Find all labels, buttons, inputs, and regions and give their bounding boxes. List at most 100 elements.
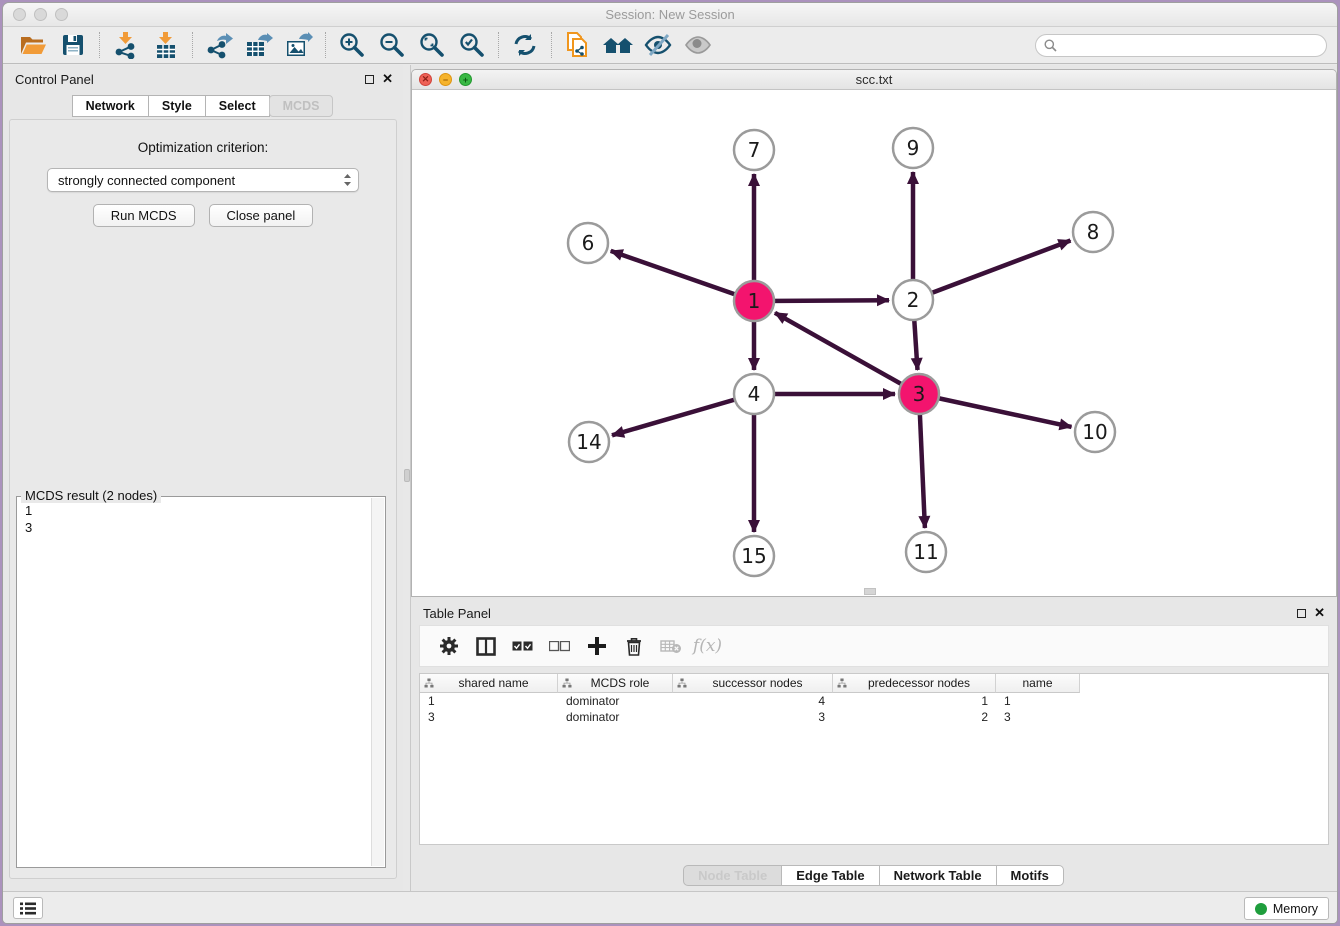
splitter-handle[interactable] xyxy=(404,469,410,482)
float-table-panel-icon[interactable] xyxy=(1297,609,1306,618)
tab-select[interactable]: Select xyxy=(205,95,270,117)
delete-table-button[interactable] xyxy=(652,630,689,662)
export-image-button[interactable] xyxy=(279,30,319,60)
search-box[interactable] xyxy=(1035,34,1327,57)
table-cell[interactable]: 3 xyxy=(673,709,833,725)
mcds-result-list[interactable]: 13 xyxy=(18,498,370,866)
window-minimize-button[interactable] xyxy=(34,8,47,21)
svg-text:7: 7 xyxy=(748,138,761,162)
tab-style[interactable]: Style xyxy=(148,95,206,117)
zoom-fit-button[interactable] xyxy=(412,30,452,60)
table-cell[interactable]: dominator xyxy=(558,693,673,709)
run-mcds-button[interactable]: Run MCDS xyxy=(93,204,195,227)
tab-network[interactable]: Network xyxy=(72,95,149,117)
table-cell[interactable]: 2 xyxy=(833,709,996,725)
workspace: ✕ − + scc.txt 7968124314101511 xyxy=(411,65,1337,891)
select-all-columns-button[interactable] xyxy=(504,630,541,662)
show-columns-icon xyxy=(476,637,496,656)
table-cell[interactable]: 1 xyxy=(420,693,558,709)
graph-node-14[interactable]: 14 xyxy=(569,422,609,462)
add-row-button[interactable] xyxy=(578,630,615,662)
deselect-all-columns-button[interactable] xyxy=(541,630,578,662)
delete-row-button[interactable] xyxy=(615,630,652,662)
zoom-in-button[interactable] xyxy=(332,30,372,60)
graph-node-1[interactable]: 1 xyxy=(734,281,774,321)
import-network-button[interactable] xyxy=(106,30,146,60)
tab-motifs[interactable]: Motifs xyxy=(996,865,1064,886)
graph-node-6[interactable]: 6 xyxy=(568,223,608,263)
table-cell[interactable]: 4 xyxy=(673,693,833,709)
task-history-button[interactable] xyxy=(13,897,43,919)
save-session-button[interactable] xyxy=(53,30,93,60)
open-session-button[interactable] xyxy=(13,30,53,60)
first-neighbors-button[interactable] xyxy=(598,30,638,60)
hide-selected-button[interactable] xyxy=(638,30,678,60)
window-close-button[interactable] xyxy=(13,8,26,21)
tree-icon xyxy=(837,678,847,688)
column-header-MCDS-role[interactable]: MCDS role xyxy=(558,674,673,693)
graph-node-7[interactable]: 7 xyxy=(734,130,774,170)
zoom-out-icon xyxy=(379,32,405,58)
table-cell[interactable]: dominator xyxy=(558,709,673,725)
network-minimize-button[interactable]: − xyxy=(439,73,452,86)
tab-mcds[interactable]: MCDS xyxy=(269,95,334,117)
clone-network-button[interactable] xyxy=(558,30,598,60)
app-titlebar: Session: New Session xyxy=(3,3,1337,27)
float-window-icon[interactable] xyxy=(365,75,374,84)
toolbar-separator xyxy=(325,32,326,58)
table-row[interactable]: 1dominator411 xyxy=(420,693,1328,709)
table-header-row: shared nameMCDS rolesuccessor nodesprede… xyxy=(420,674,1328,693)
graph-node-9[interactable]: 9 xyxy=(893,128,933,168)
result-scrollbar[interactable] xyxy=(371,498,384,866)
column-header-name[interactable]: name xyxy=(996,674,1080,693)
network-zoom-button[interactable]: + xyxy=(459,73,472,86)
graph-node-11[interactable]: 11 xyxy=(906,532,946,572)
graph-node-3[interactable]: 3 xyxy=(899,374,939,414)
import-table-button[interactable] xyxy=(146,30,186,60)
table-cell[interactable]: 3 xyxy=(996,709,1080,725)
close-panel-button[interactable]: Close panel xyxy=(209,204,314,227)
tab-node-table[interactable]: Node Table xyxy=(683,865,782,886)
close-table-panel-icon[interactable]: ✕ xyxy=(1314,608,1325,618)
table-row[interactable]: 3dominator323 xyxy=(420,709,1328,725)
zoom-selected-button[interactable] xyxy=(452,30,492,60)
network-close-button[interactable]: ✕ xyxy=(419,73,432,86)
refresh-layout-button[interactable] xyxy=(505,30,545,60)
graph-edge-4-14[interactable] xyxy=(612,394,754,435)
show-all-button[interactable] xyxy=(678,30,718,60)
tab-network-table[interactable]: Network Table xyxy=(879,865,997,886)
export-table-button[interactable] xyxy=(239,30,279,60)
zoom-out-button[interactable] xyxy=(372,30,412,60)
column-header-shared-name[interactable]: shared name xyxy=(420,674,558,693)
window-zoom-button[interactable] xyxy=(55,8,68,21)
graph-edge-2-8[interactable] xyxy=(913,241,1071,301)
search-input[interactable] xyxy=(1062,38,1318,52)
column-header-successor-nodes[interactable]: successor nodes xyxy=(673,674,833,693)
graph-edge-1-6[interactable] xyxy=(611,251,754,301)
graph-node-15[interactable]: 15 xyxy=(734,536,774,576)
memory-button[interactable]: Memory xyxy=(1244,897,1329,920)
table-cell[interactable]: 1 xyxy=(833,693,996,709)
close-panel-icon[interactable]: ✕ xyxy=(382,74,393,84)
vertical-splitter[interactable] xyxy=(403,65,411,891)
svg-text:2: 2 xyxy=(907,288,920,312)
table-cell[interactable]: 3 xyxy=(420,709,558,725)
graph-edge-3-1[interactable] xyxy=(775,313,919,394)
column-header-predecessor-nodes[interactable]: predecessor nodes xyxy=(833,674,996,693)
graph-node-8[interactable]: 8 xyxy=(1073,212,1113,252)
graph-edge-3-10[interactable] xyxy=(919,394,1072,427)
table-panel-title: Table Panel xyxy=(423,606,491,621)
network-canvas[interactable]: 7 9 6 8 1 2 4 3 14 10 15 11 xyxy=(412,90,1336,596)
table-settings-button[interactable] xyxy=(430,630,467,662)
show-columns-button[interactable] xyxy=(467,630,504,662)
canvas-resize-handle[interactable] xyxy=(864,588,876,595)
graph-node-4[interactable]: 4 xyxy=(734,374,774,414)
graph-node-2[interactable]: 2 xyxy=(893,280,933,320)
criterion-select[interactable]: strongly connected component xyxy=(47,168,359,192)
graph-node-10[interactable]: 10 xyxy=(1075,412,1115,452)
add-row-icon xyxy=(588,637,606,655)
export-network-button[interactable] xyxy=(199,30,239,60)
function-builder-button[interactable]: f(x) xyxy=(689,630,726,662)
tab-edge-table[interactable]: Edge Table xyxy=(781,865,879,886)
table-cell[interactable]: 1 xyxy=(996,693,1080,709)
